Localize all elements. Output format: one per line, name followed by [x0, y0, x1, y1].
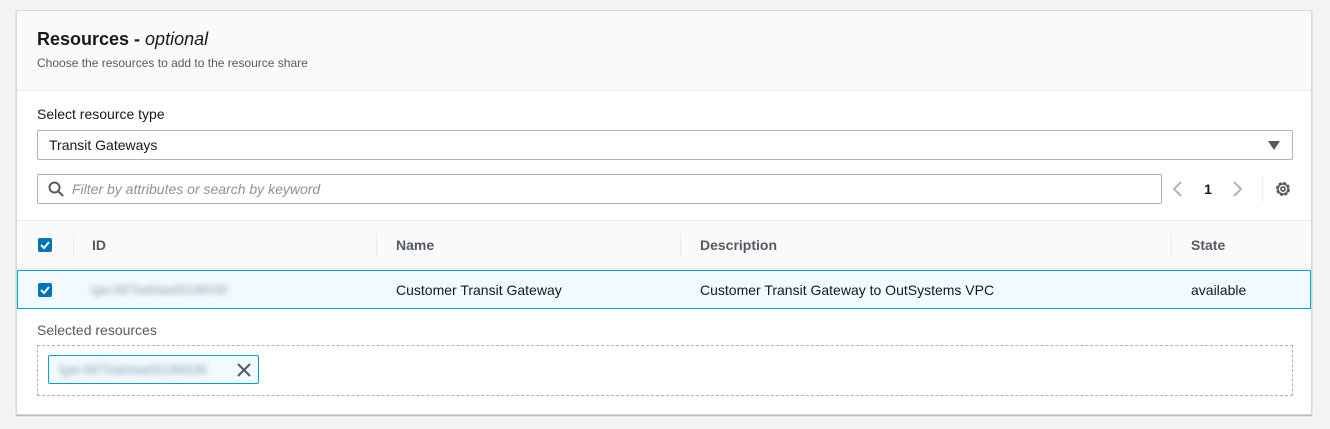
row-description: Customer Transit Gateway to OutSystems V… — [700, 282, 995, 298]
selected-resources-label: Selected resources — [37, 322, 157, 338]
page-number[interactable]: 1 — [1201, 181, 1215, 197]
column-divider — [680, 233, 681, 257]
search-field[interactable] — [37, 174, 1162, 204]
row-state: available — [1191, 282, 1247, 298]
caret-down-icon — [1268, 141, 1280, 150]
row-id: tgw-0875a64aa05196538 — [91, 283, 228, 297]
chevron-right-icon[interactable] — [1230, 181, 1244, 197]
column-header-id[interactable]: ID — [92, 237, 106, 253]
gear-icon[interactable] — [1274, 180, 1292, 198]
column-header-name[interactable]: Name — [396, 237, 434, 253]
check-icon — [40, 241, 50, 250]
table-header: ID Name Description State — [17, 220, 1311, 269]
column-header-description[interactable]: Description — [700, 237, 777, 253]
row-checkbox[interactable] — [38, 283, 52, 297]
close-icon[interactable] — [236, 362, 252, 378]
token-label: tgw-0875a64aa05196538 — [59, 362, 207, 377]
resource-type-select[interactable]: Transit Gateways — [37, 130, 1293, 160]
table-row[interactable]: tgw-0875a64aa05196538 Customer Transit G… — [17, 270, 1311, 309]
panel-title-optional: optional — [145, 29, 209, 49]
resources-panel: Resources - optional Choose the resource… — [16, 10, 1312, 415]
row-name: Customer Transit Gateway — [396, 282, 562, 298]
chevron-left-icon[interactable] — [1171, 181, 1185, 197]
check-icon — [40, 286, 50, 295]
panel-header: Resources - optional Choose the resource… — [17, 11, 1311, 91]
column-divider — [1171, 233, 1172, 257]
panel-title: Resources - optional — [37, 29, 208, 50]
selected-resources-box: tgw-0875a64aa05196538 — [37, 345, 1293, 396]
panel-subtitle: Choose the resources to add to the resou… — [37, 56, 308, 70]
search-icon — [48, 181, 64, 197]
search-input[interactable] — [72, 175, 1152, 203]
pager-divider — [1262, 176, 1263, 202]
column-header-state[interactable]: State — [1191, 237, 1225, 253]
selected-resource-token: tgw-0875a64aa05196538 — [48, 355, 259, 384]
column-divider — [73, 233, 74, 257]
column-divider — [376, 233, 377, 257]
panel-title-text: Resources - — [37, 29, 146, 49]
resource-type-label: Select resource type — [37, 106, 165, 122]
resource-type-value: Transit Gateways — [49, 137, 158, 153]
select-all-checkbox[interactable] — [38, 238, 52, 252]
